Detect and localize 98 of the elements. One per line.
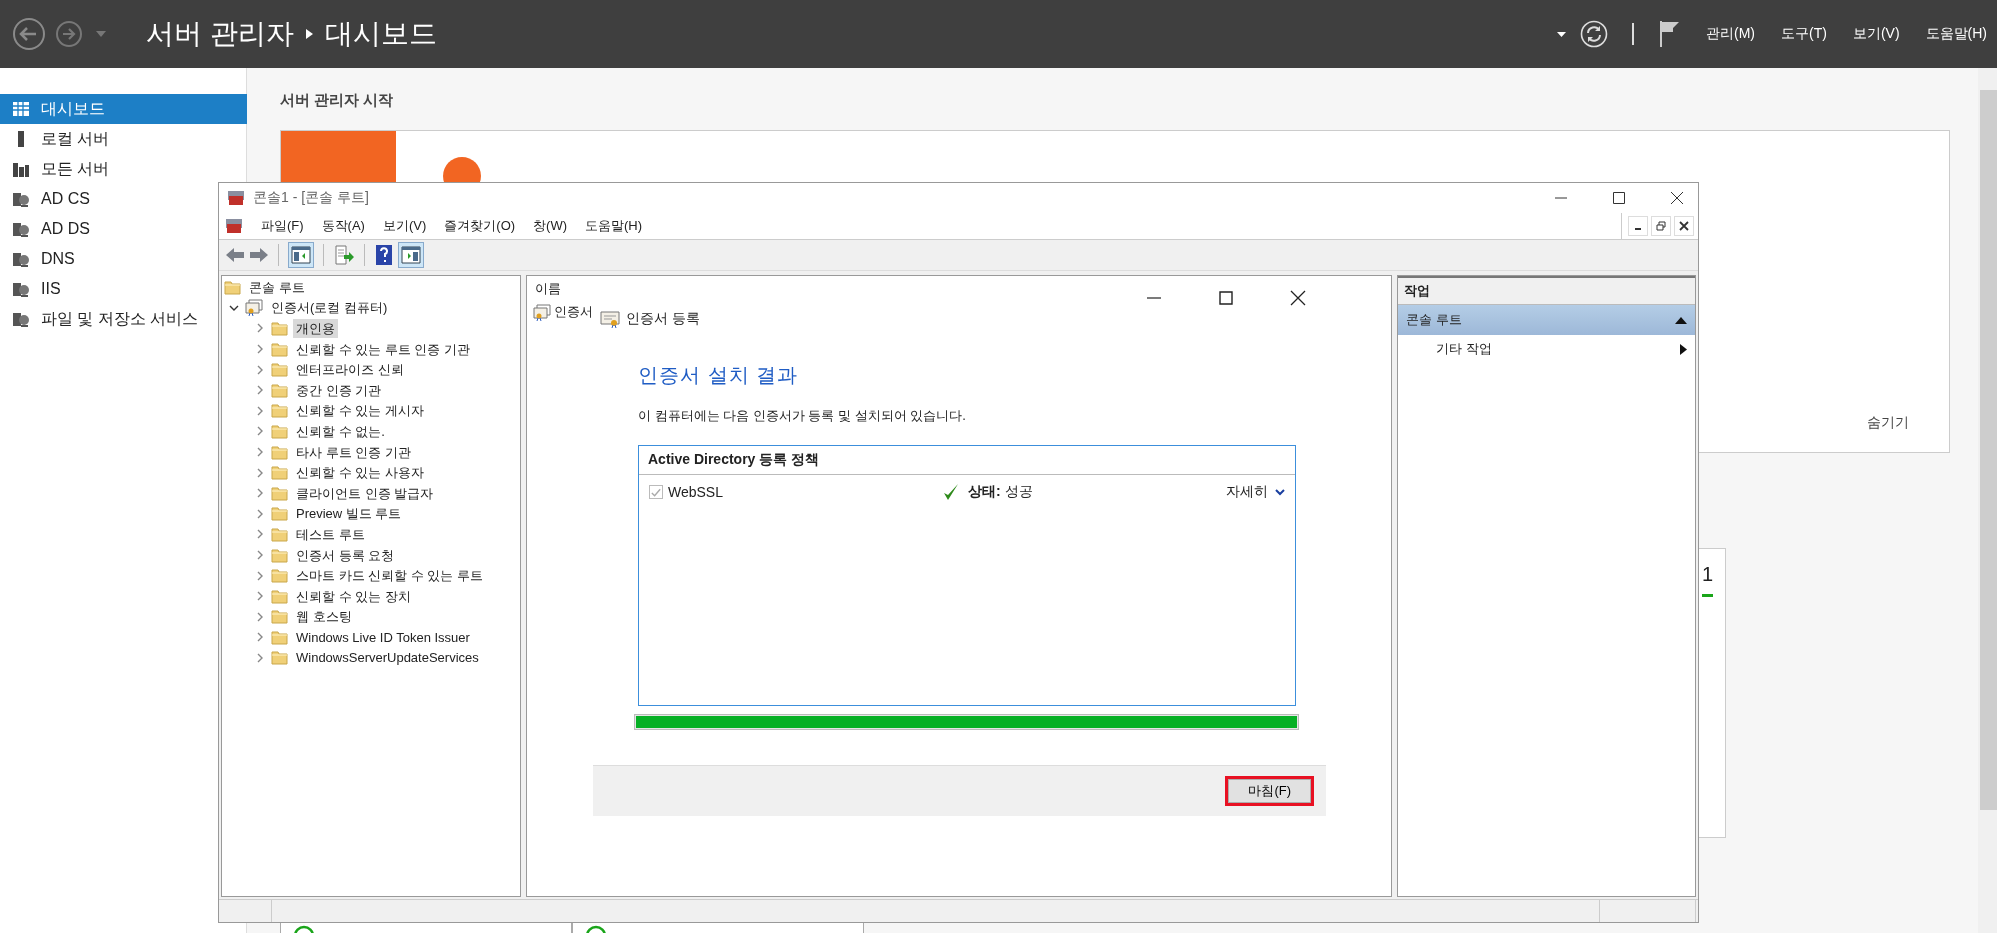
tree-item[interactable]: Preview 빌드 루트	[293, 504, 405, 524]
tree-item[interactable]: 스마트 카드 신뢰할 수 있는 루트	[293, 566, 487, 586]
folder-icon	[271, 423, 288, 439]
back-icon[interactable]	[225, 246, 245, 264]
tree-item[interactable]: 타사 루트 인증 기관	[293, 442, 414, 462]
folder-icon	[271, 506, 288, 522]
scrollbar[interactable]	[1978, 68, 1997, 933]
menu-item[interactable]: 창(W)	[533, 217, 567, 235]
folder-icon	[271, 321, 288, 336]
submenu-arrow-icon	[1680, 343, 1687, 355]
tree-item[interactable]: Windows Live ID Token Issuer	[293, 627, 473, 647]
tree-item[interactable]: 신뢰할 수 있는 사용자	[293, 463, 427, 483]
menu-item[interactable]: 동작(A)	[321, 217, 365, 235]
tree-item[interactable]: 신뢰할 수 없는.	[293, 421, 388, 441]
forward-icon[interactable]	[55, 20, 83, 48]
sidebar-item[interactable]: 대시보드	[0, 94, 247, 124]
folder-icon	[271, 568, 288, 584]
sidebar-item[interactable]: IIS	[0, 274, 217, 304]
status-text: 상태: 성공	[968, 483, 1034, 501]
chevron-icon[interactable]	[1275, 488, 1285, 496]
window-title: 콘솔1 - [콘솔 루트]	[253, 189, 369, 207]
folder-icon	[271, 341, 288, 357]
tree-item[interactable]: 중간 인증 기관	[293, 380, 385, 400]
tree-item[interactable]: 인증서(로컬 컴퓨터)	[268, 298, 391, 318]
forward-icon[interactable]	[249, 246, 269, 264]
toolbox-icon	[225, 218, 243, 234]
sidebar-item[interactable]: 모든 서버	[0, 154, 217, 184]
list-item[interactable]: 인증서	[554, 303, 593, 321]
tree-item[interactable]: 신뢰할 수 있는 장치	[293, 586, 414, 606]
certificate-icon	[600, 310, 620, 328]
back-icon[interactable]	[12, 17, 46, 51]
certificate-icon	[533, 303, 551, 321]
section-heading: 서버 관리자 시작	[280, 91, 395, 110]
breadcrumb-item[interactable]: 서버 관리자	[146, 15, 294, 53]
folder-icon	[271, 444, 288, 460]
folder-icon	[271, 588, 288, 604]
folder-icon	[271, 609, 288, 625]
sidebar-item[interactable]: AD CS	[0, 184, 217, 214]
tree-item[interactable]: 엔터프라이즈 신뢰	[293, 360, 407, 380]
menu-item[interactable]: 보기(V)	[1852, 25, 1900, 43]
certificate-icon	[245, 299, 263, 317]
wizard-title: 인증서 등록	[626, 310, 700, 328]
tree-item[interactable]: 웹 호스팅	[293, 607, 355, 627]
menu-item[interactable]: 보기(V)	[382, 217, 427, 235]
folder-icon	[271, 547, 288, 563]
folder-icon	[271, 526, 288, 542]
hide-link[interactable]: 숨기기	[1867, 414, 1909, 432]
menu-item[interactable]: 즐겨찾기(O)	[444, 217, 516, 235]
minimize-icon[interactable]	[1628, 216, 1648, 236]
menu-item[interactable]: 파일(F)	[261, 217, 304, 235]
action-item[interactable]: 기타 작업	[1436, 340, 1492, 358]
certificate-name: WebSSL	[668, 484, 724, 500]
export-icon[interactable]	[333, 244, 355, 266]
page-title: 대시보드	[324, 17, 437, 51]
help-icon[interactable]	[374, 244, 394, 266]
sidebar-item[interactable]: AD DS	[0, 214, 217, 244]
tree-pane-icon[interactable]	[288, 242, 314, 268]
folder-icon	[271, 403, 288, 419]
tree-item[interactable]: 개인용	[293, 319, 338, 338]
maximize-icon[interactable]	[1612, 191, 1626, 205]
folder-icon	[271, 465, 288, 481]
folder-icon	[271, 485, 288, 501]
caret-icon[interactable]	[1557, 31, 1566, 37]
tree-item[interactable]: 테스트 루트	[293, 524, 368, 544]
tree-item[interactable]: 신뢰할 수 있는 루트 인증 기관	[293, 339, 474, 359]
folder-icon	[271, 362, 288, 378]
tree-item[interactable]: 클라이언트 인증 발급자	[293, 483, 437, 503]
menu-item[interactable]: 도움말(H)	[1925, 25, 1987, 43]
pane-header: 작업	[1398, 276, 1695, 305]
sidebar-item[interactable]: 로컬 서버	[0, 124, 217, 154]
folder-icon	[224, 279, 241, 295]
menu-item[interactable]: 도구(T)	[1781, 25, 1827, 43]
page-heading: 인증서 설치 결과	[638, 363, 800, 388]
flag-icon[interactable]	[1658, 20, 1680, 48]
collapse-icon[interactable]	[1675, 316, 1687, 324]
close-icon[interactable]	[1290, 290, 1306, 306]
sidebar-item[interactable]: DNS	[0, 244, 217, 274]
tree-item[interactable]: 콘솔 루트	[246, 277, 308, 297]
close-icon[interactable]	[1670, 191, 1684, 205]
maximize-icon[interactable]	[1218, 290, 1234, 306]
action-section[interactable]: 콘솔 루트	[1398, 305, 1695, 335]
folder-icon	[271, 650, 288, 666]
group-header: Active Directory 등록 정책	[639, 446, 1295, 475]
description-text: 이 컴퓨터에는 다음 인증서가 등록 및 설치되어 있습니다.	[638, 407, 967, 425]
action-pane-icon[interactable]	[398, 242, 424, 268]
sidebar-item[interactable]: 파일 및 저장소 서비스	[0, 304, 217, 334]
refresh-icon[interactable]	[1580, 20, 1608, 48]
tree-item[interactable]: 인증서 등록 요청	[293, 545, 398, 565]
folder-icon	[271, 629, 288, 645]
toolbox-icon	[227, 190, 245, 206]
chevron-icon	[305, 29, 313, 39]
finish-button[interactable]: 마침(F)	[1225, 776, 1314, 806]
menu-item[interactable]: 관리(M)	[1706, 25, 1755, 43]
folder-icon	[271, 382, 288, 398]
restore-icon[interactable]	[1651, 216, 1671, 236]
menu-item[interactable]: 도움말(H)	[585, 217, 643, 235]
tree-item[interactable]: 신뢰할 수 있는 게시자	[293, 401, 427, 421]
tree-item[interactable]: WindowsServerUpdateServices	[293, 648, 482, 668]
